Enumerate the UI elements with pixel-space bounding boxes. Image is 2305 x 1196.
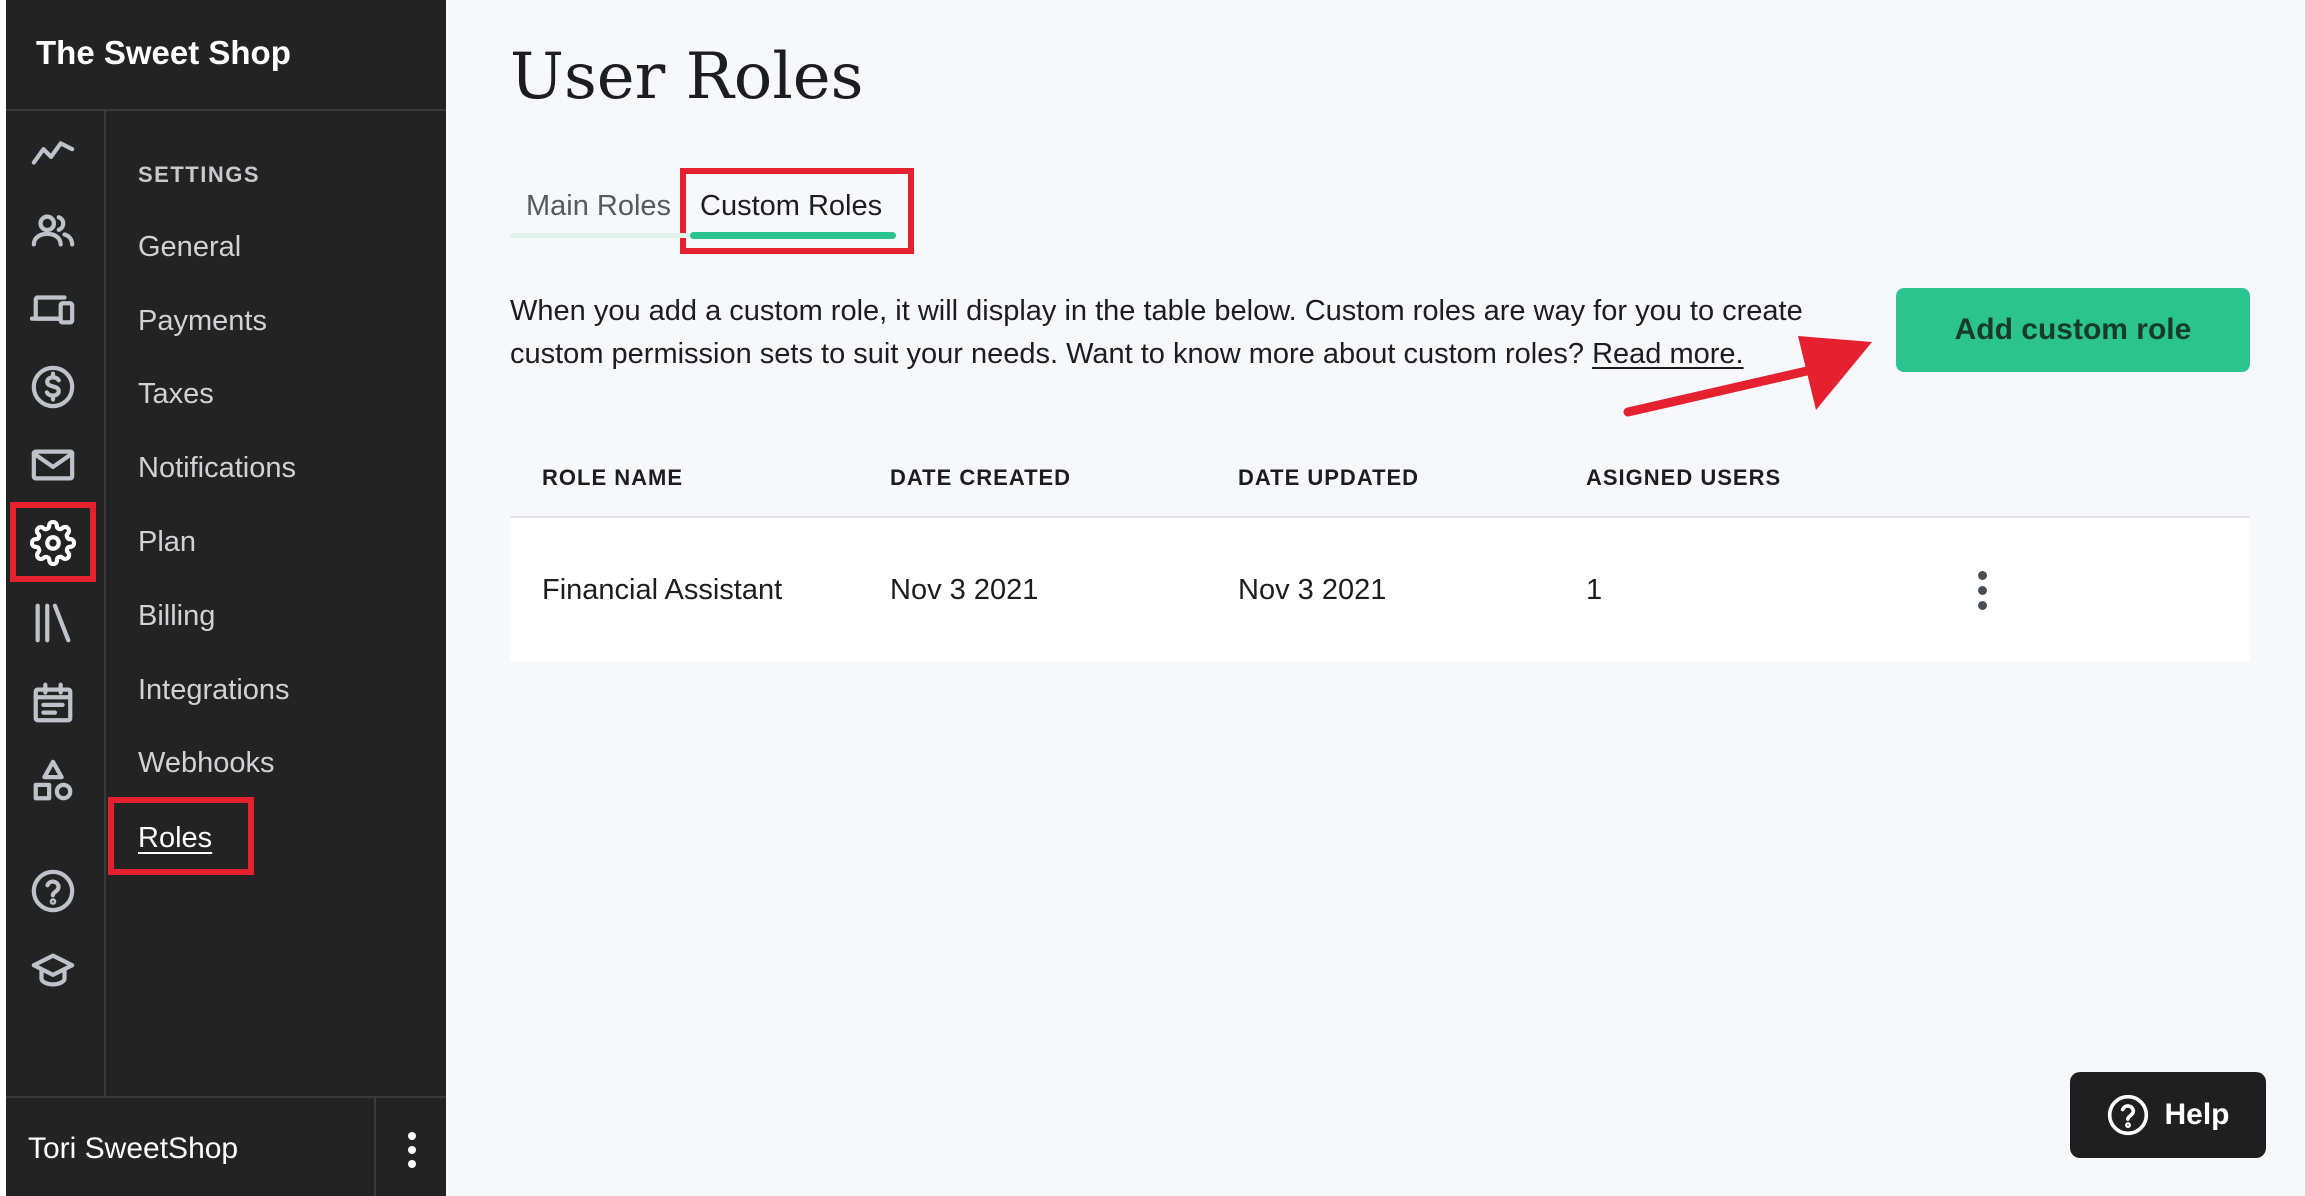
table-row[interactable]: Financial Assistant Nov 3 2021 Nov 3 202…	[510, 518, 2250, 662]
sidebar: The Sweet Shop SETTINGS General Payments…	[0, 0, 446, 1196]
sidebar-item-taxes[interactable]: Taxes	[138, 373, 214, 415]
shapes-icon[interactable]	[22, 750, 84, 812]
row-actions-kebab-icon[interactable]	[1960, 566, 2004, 614]
cell-assigned-users: 1	[1586, 574, 1603, 606]
cell-date-updated: Nov 3 2021	[1238, 574, 1387, 606]
table-header: ROLE NAME DATE CREATED DATE UPDATED ASIG…	[510, 440, 2250, 516]
cell-role-name: Financial Assistant	[542, 574, 783, 606]
help-button[interactable]: Help	[2070, 1072, 2266, 1158]
highlight-box-settings	[10, 502, 96, 582]
help-circle-icon	[2108, 1094, 2149, 1136]
sidebar-item-general[interactable]: General	[138, 226, 241, 268]
tab-custom-roles[interactable]: Custom Roles	[700, 186, 882, 226]
highlight-box-roles	[108, 797, 254, 875]
divider	[104, 111, 106, 1096]
annotation-arrow	[1623, 336, 1872, 417]
sidebar-item-payments[interactable]: Payments	[138, 300, 267, 342]
divider	[374, 1098, 376, 1196]
page-title: User Roles	[510, 40, 864, 114]
library-icon[interactable]	[22, 592, 84, 654]
column-header-date-updated[interactable]: DATE UPDATED	[1238, 440, 1419, 516]
sidebar-item-plan[interactable]: Plan	[138, 521, 196, 563]
sidebar-item-integrations[interactable]: Integrations	[138, 669, 290, 711]
tab-main-roles[interactable]: Main Roles	[526, 186, 671, 226]
analytics-icon[interactable]	[22, 122, 84, 184]
column-header-role-name[interactable]: ROLE NAME	[542, 440, 683, 516]
sidebar-item-webhooks[interactable]: Webhooks	[138, 742, 275, 784]
mail-icon[interactable]	[22, 434, 84, 496]
divider	[6, 109, 446, 111]
shop-name: The Sweet Shop	[36, 34, 291, 71]
sidebar-item-billing[interactable]: Billing	[138, 595, 215, 637]
divider	[6, 1096, 446, 1098]
help-label: Help	[2164, 1098, 2230, 1131]
user-menu-kebab-icon[interactable]	[392, 1126, 432, 1174]
user-name: Tori SweetShop	[28, 1132, 239, 1165]
active-tab-indicator	[690, 232, 896, 239]
cell-date-created: Nov 3 2021	[890, 574, 1039, 606]
window-edge	[0, 0, 6, 1196]
graduation-cap-icon[interactable]	[22, 940, 84, 1002]
sidebar-item-notifications[interactable]: Notifications	[138, 447, 296, 489]
help-circle-icon[interactable]	[22, 860, 84, 922]
settings-heading: SETTINGS	[138, 162, 261, 187]
customers-icon[interactable]	[22, 200, 84, 262]
add-custom-role-button[interactable]: Add custom role	[1896, 288, 2250, 372]
devices-icon[interactable]	[22, 278, 84, 340]
dollar-icon[interactable]	[22, 356, 84, 418]
column-header-date-created[interactable]: DATE CREATED	[890, 440, 1071, 516]
calendar-icon[interactable]	[22, 672, 84, 734]
column-header-assigned-users[interactable]: ASIGNED USERS	[1586, 440, 1781, 516]
